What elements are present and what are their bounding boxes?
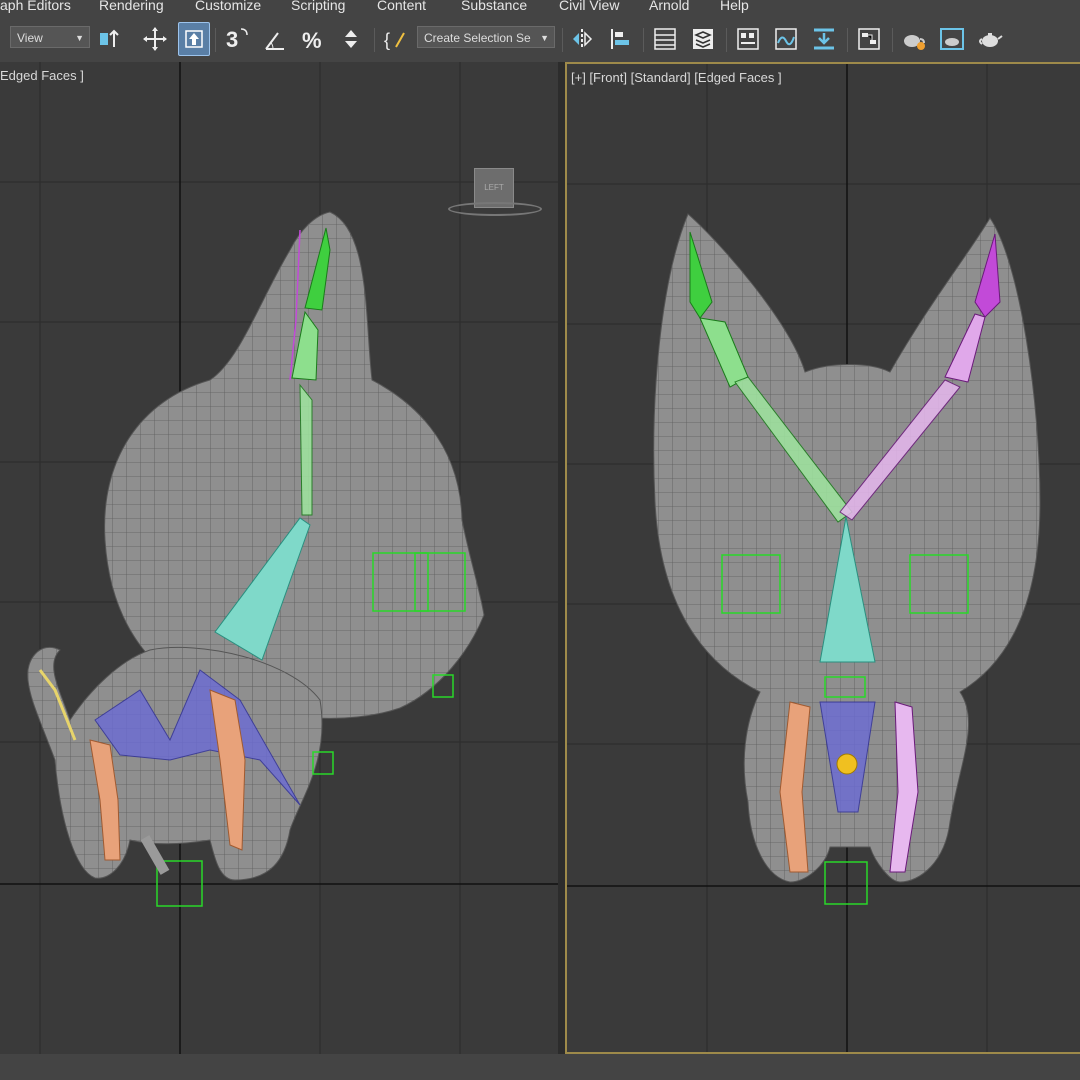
layer-explorer-icon[interactable]	[688, 23, 718, 55]
menu-bar: aph Editors Rendering Customize Scriptin…	[0, 0, 1080, 18]
schematic-view-icon[interactable]	[854, 23, 884, 55]
edit-named-selection-icon[interactable]: {	[381, 23, 411, 55]
reference-coordinate-dropdown[interactable]: View ▼	[10, 26, 90, 48]
toolbar-separator	[374, 28, 375, 52]
chevron-down-icon: ▼	[75, 33, 84, 43]
svg-text:%: %	[302, 28, 322, 53]
align-icon[interactable]	[606, 23, 636, 55]
snap-3d-icon[interactable]: 3	[222, 23, 252, 55]
viewport-left[interactable]: Edged Faces ] LEFT	[0, 62, 558, 1054]
menu-help[interactable]: Help	[720, 0, 749, 13]
reference-coordinate-value: View	[17, 31, 43, 45]
curve-editor-icon[interactable]	[771, 23, 801, 55]
menu-customize[interactable]: Customize	[195, 0, 261, 13]
render-teapot-icon[interactable]	[975, 23, 1005, 55]
toolbar-separator	[643, 28, 644, 52]
menu-rendering[interactable]: Rendering	[99, 0, 164, 13]
main-toolbar: View ▼ 3 % { Create Selection Se ▼	[0, 18, 1080, 63]
cog-marker	[836, 753, 858, 775]
viewcube-ring[interactable]	[448, 202, 542, 216]
menu-scripting[interactable]: Scripting	[291, 0, 345, 13]
status-area	[0, 1054, 1080, 1080]
mesh-wireframe	[27, 212, 485, 880]
toolbar-separator	[892, 28, 893, 52]
svg-text:3: 3	[226, 27, 238, 52]
viewport-front[interactable]: [+] [Front] [Standard] [Edged Faces ]	[565, 62, 1080, 1054]
viewport-divider[interactable]	[558, 62, 565, 1054]
chevron-down-icon: ▼	[540, 33, 549, 43]
selection-set-value: Create Selection Se	[424, 31, 531, 45]
selection-set-dropdown[interactable]: Create Selection Se ▼	[417, 26, 555, 48]
menu-arnold[interactable]: Arnold	[649, 0, 689, 13]
menu-substance[interactable]: Substance	[461, 0, 527, 13]
menu-content[interactable]: Content	[377, 0, 426, 13]
toolbar-separator	[562, 28, 563, 52]
front-viewport-canvas	[567, 64, 1080, 1052]
toolbar-separator	[847, 28, 848, 52]
svg-text:{: {	[384, 30, 390, 50]
ribbon-icon[interactable]	[733, 23, 763, 55]
angle-snap-icon[interactable]	[260, 23, 290, 55]
select-move-icon[interactable]	[140, 23, 170, 55]
pivot-icon[interactable]	[95, 23, 125, 55]
menu-civil-view[interactable]: Civil View	[559, 0, 619, 13]
toolbar-separator	[215, 28, 216, 52]
toolbar-separator	[726, 28, 727, 52]
select-object-icon[interactable]	[178, 22, 210, 56]
scene-explorer-icon[interactable]	[650, 23, 680, 55]
percent-snap-icon[interactable]: %	[298, 23, 328, 55]
spinner-snap-icon[interactable]	[336, 23, 366, 55]
dope-sheet-icon[interactable]	[809, 23, 839, 55]
mirror-icon[interactable]	[568, 23, 598, 55]
rendered-frame-window-icon[interactable]	[937, 23, 967, 55]
menu-graph-editors[interactable]: aph Editors	[0, 0, 71, 13]
render-setup-icon[interactable]	[899, 23, 929, 55]
